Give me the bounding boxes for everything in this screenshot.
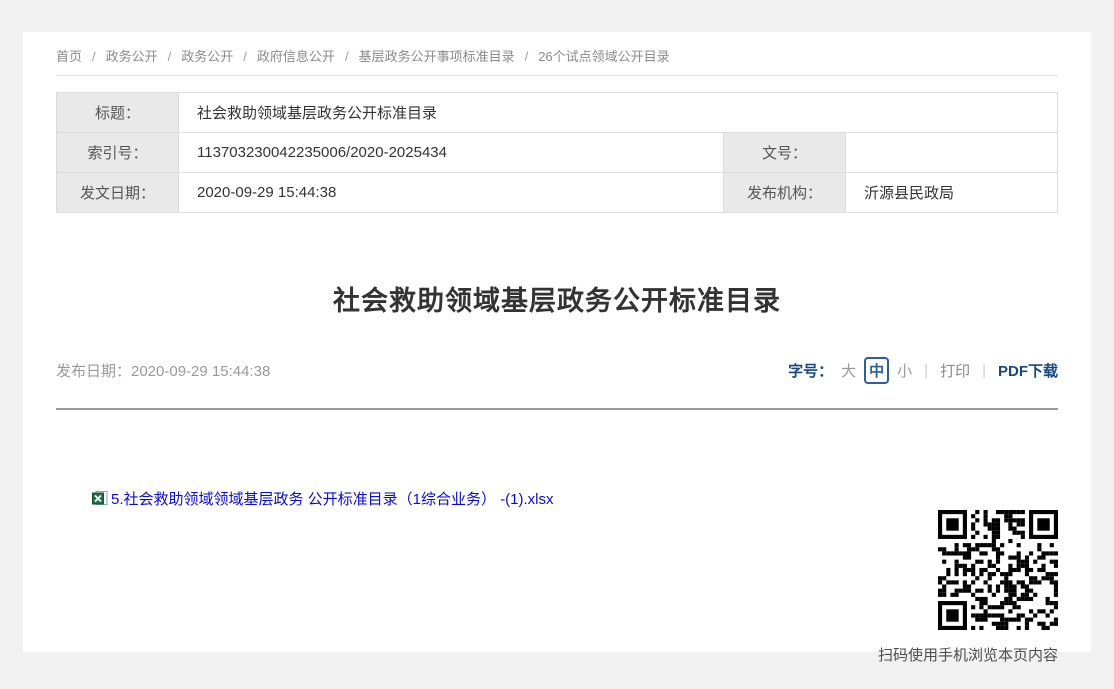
print-button[interactable]: 打印	[940, 360, 970, 381]
breadcrumb: 首页 / 政务公开 / 政务公开 / 政府信息公开 / 基层政务公开事项标准目录 / 26个试点领域…	[56, 32, 1058, 65]
pdf-download-button[interactable]: PDF下载	[998, 360, 1058, 381]
toolbar-separator: |	[924, 362, 928, 379]
article-toolbar: 字号： 大 中 小 | 打印 | PDF下载	[788, 357, 1058, 384]
breadcrumb-item-pilot-catalog[interactable]: 26个试点领域公开目录	[538, 49, 669, 64]
qr-code	[938, 510, 1058, 630]
meta-agency-label: 发布机构：	[724, 173, 846, 213]
article-info-row: 发布日期：2020-09-29 15:44:38 字号： 大 中 小 | 打印 …	[56, 356, 1058, 384]
qr-caption: 扫码使用手机浏览本页内容	[878, 644, 1058, 665]
table-row: 索引号： 113703230042235006/2020-2025434 文号：	[57, 133, 1058, 173]
breadcrumb-separator: /	[345, 49, 349, 64]
title-divider	[56, 408, 1058, 410]
meta-index-label: 索引号：	[57, 133, 179, 173]
attachment-row: 5.社会救助领域领域基层政务 公开标准目录（1综合业务） -(1).xlsx	[92, 488, 554, 508]
excel-file-icon	[92, 491, 108, 506]
meta-index-value: 113703230042235006/2020-2025434	[179, 133, 724, 173]
breadcrumb-separator: /	[525, 49, 529, 64]
meta-title-value: 社会救助领域基层政务公开标准目录	[179, 93, 1058, 133]
breadcrumb-separator: /	[92, 49, 96, 64]
page-title: 社会救助领域基层政务公开标准目录	[56, 279, 1058, 318]
breadcrumb-item-gov-info[interactable]: 政府信息公开	[257, 49, 335, 64]
breadcrumb-divider	[56, 75, 1058, 76]
fontsize-label: 字号：	[788, 360, 833, 381]
meta-issuedate-label: 发文日期：	[57, 173, 179, 213]
table-row: 标题： 社会救助领域基层政务公开标准目录	[57, 93, 1058, 133]
content-card: 首页 / 政务公开 / 政务公开 / 政府信息公开 / 基层政务公开事项标准目录 / 26个试点领域…	[23, 32, 1091, 652]
qr-block: 扫码使用手机浏览本页内容	[878, 510, 1058, 665]
toolbar-separator: |	[982, 362, 986, 379]
fontsize-small-button[interactable]: 小	[897, 360, 912, 381]
breadcrumb-separator: /	[243, 49, 247, 64]
document-meta-table: 标题： 社会救助领域基层政务公开标准目录 索引号： 11370323004223…	[56, 92, 1058, 213]
meta-docnumber-label: 文号：	[724, 133, 846, 173]
breadcrumb-item-standard-catalog[interactable]: 基层政务公开事项标准目录	[359, 49, 515, 64]
article-body: 5.社会救助领域领域基层政务 公开标准目录（1综合业务） -(1).xlsx 扫…	[56, 488, 1058, 665]
breadcrumb-separator: /	[168, 49, 172, 64]
table-row: 发文日期： 2020-09-29 15:44:38 发布机构： 沂源县民政局	[57, 173, 1058, 213]
meta-title-label: 标题：	[57, 93, 179, 133]
breadcrumb-item-zwgk-1[interactable]: 政务公开	[106, 49, 158, 64]
fontsize-medium-button[interactable]: 中	[864, 357, 889, 384]
publish-date: 发布日期：2020-09-29 15:44:38	[56, 360, 270, 381]
fontsize-large-button[interactable]: 大	[841, 360, 856, 381]
meta-issuedate-value: 2020-09-29 15:44:38	[179, 173, 724, 213]
attachment-link[interactable]: 5.社会救助领域领域基层政务 公开标准目录（1综合业务） -(1).xlsx	[111, 488, 554, 509]
meta-docnumber-value	[846, 133, 1058, 173]
breadcrumb-item-zwgk-2[interactable]: 政务公开	[181, 49, 233, 64]
breadcrumb-item-home[interactable]: 首页	[56, 49, 82, 64]
meta-agency-value: 沂源县民政局	[846, 173, 1058, 213]
